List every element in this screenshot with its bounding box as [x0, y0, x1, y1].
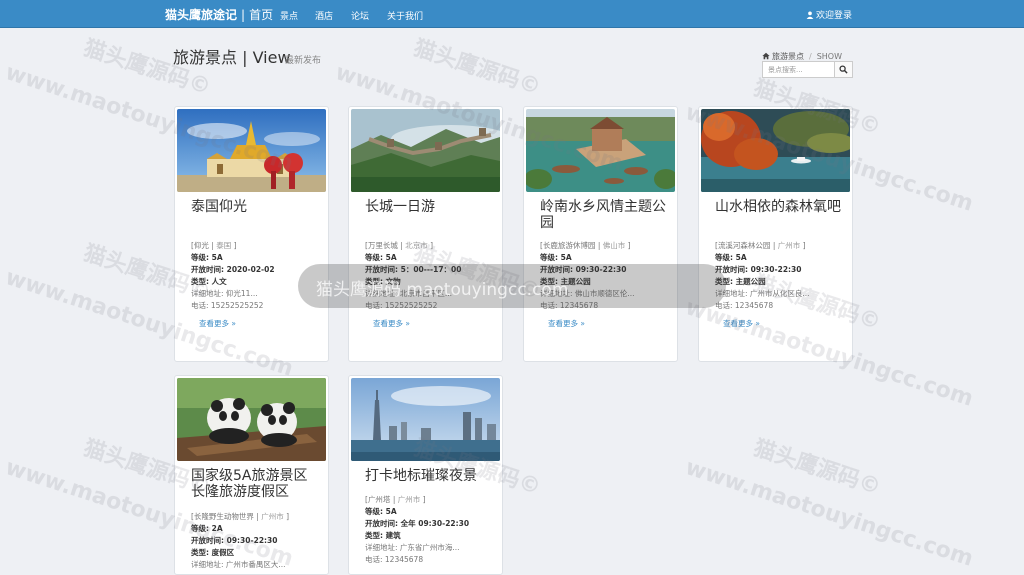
attraction-level: 等级: 2A — [191, 524, 223, 533]
breadcrumb-home[interactable]: 旅游景点 — [772, 52, 804, 61]
attraction-address: 详细地址: 仰光11... — [191, 289, 258, 298]
attraction-image-pandas[interactable] — [177, 378, 326, 461]
attraction-title[interactable]: 长城一日游 — [365, 199, 495, 215]
attraction-image-canton-tower[interactable] — [351, 378, 500, 461]
attraction-card[interactable]: 泰国仰光 [仰光 | 泰国 ] 等级: 5A 开放时间: 2020-02-02 … — [174, 106, 329, 362]
breadcrumb-current: SHOW — [816, 52, 843, 61]
brand-separator: | — [241, 8, 246, 22]
attraction-title[interactable]: 山水相依的森林氧吧 — [715, 199, 845, 215]
attraction-phone: 电话: 15252525252 — [191, 301, 264, 310]
attraction-card[interactable]: 山水相依的森林氧吧 [流溪河森林公园 | 广州市 ] 等级: 5A 开放时间: … — [698, 106, 853, 362]
attraction-location: [流溪河森林公园 | 广州市 ] — [715, 241, 806, 250]
view-more-link[interactable]: 查看更多 » — [723, 318, 760, 329]
attraction-type: 类型: 文物 — [365, 277, 401, 286]
attraction-address: 详细地址: 广州市从化区良... — [715, 289, 810, 298]
attraction-type: 类型: 人文 — [191, 277, 227, 286]
nav-item-attractions[interactable]: 景点 — [280, 9, 298, 22]
attraction-address: 详细地址: 广州市番禺区大... — [191, 560, 286, 569]
search-icon — [839, 65, 848, 74]
attraction-location: [仰光 | 泰国 ] — [191, 241, 237, 250]
attraction-type: 类型: 度假区 — [191, 548, 235, 557]
attraction-title[interactable]: 泰国仰光 — [191, 199, 321, 215]
login-label[interactable]: 欢迎登录 — [816, 11, 852, 21]
watermark-text: www.maotouyingcc.com — [682, 455, 977, 572]
attraction-phone: 电话: 12345678 — [715, 301, 774, 310]
attraction-title[interactable]: 打卡地标璀璨夜景 — [365, 468, 495, 484]
breadcrumb-divider: / — [809, 52, 812, 61]
attraction-location: [广州塔 | 广州市 ] — [365, 495, 426, 504]
page-subtitle: 最新发布 — [285, 56, 322, 66]
attraction-type: 类型: 主题公园 — [540, 277, 591, 286]
brand[interactable]: 猫头鹰旅途记 | 首页 — [165, 6, 273, 23]
attraction-level: 等级: 5A — [715, 253, 747, 262]
search-button[interactable] — [834, 62, 852, 77]
user-icon — [806, 11, 814, 19]
attraction-info: [广州塔 | 广州市 ] 等级: 5A 开放时间: 全年 09:30-22:30… — [365, 494, 500, 566]
home-icon — [762, 52, 770, 60]
attraction-image-forest[interactable] — [701, 109, 850, 192]
attraction-card[interactable]: 打卡地标璀璨夜景 [广州塔 | 广州市 ] 等级: 5A 开放时间: 全年 09… — [348, 375, 503, 575]
attraction-card[interactable]: 长城一日游 [万里长城 | 北京市 ] 等级: 5A 开放时间: 5：00---… — [348, 106, 503, 362]
attraction-info: [长鹿旅游休博园 | 佛山市 ] 等级: 5A 开放时间: 09:30-22:3… — [540, 240, 675, 312]
attraction-type: 类型: 主题公园 — [715, 277, 766, 286]
attraction-hours: 开放时间: 09:30-22:30 — [715, 265, 802, 274]
attraction-hours: 开放时间: 全年 09:30-22:30 — [365, 519, 470, 528]
nav-item-about[interactable]: 关于我们 — [387, 9, 423, 22]
attraction-image-yangon[interactable] — [177, 109, 326, 192]
attraction-phone: 电话: 15252525252 — [365, 301, 438, 310]
brand-name[interactable]: 猫头鹰旅途记 — [165, 8, 237, 22]
attraction-card[interactable]: 岭南水乡风情主题公园 [长鹿旅游休博园 | 佛山市 ] 等级: 5A 开放时间:… — [523, 106, 678, 362]
watermark-text: 猫头鹰源码© — [410, 35, 544, 101]
attraction-level: 等级: 5A — [540, 253, 572, 262]
attraction-level: 等级: 5A — [365, 507, 397, 516]
nav-item-hotels[interactable]: 酒店 — [315, 9, 333, 22]
attraction-card[interactable]: 国家级5A旅游景区长隆旅游度假区 [长隆野生动物世界 | 广州市 ] 等级: 2… — [174, 375, 329, 575]
top-navbar: 猫头鹰旅途记 | 首页 景点 酒店 论坛 关于我们 欢迎登录 — [0, 0, 1024, 28]
search-input[interactable] — [763, 62, 835, 77]
attraction-info: [长隆野生动物世界 | 广州市 ] 等级: 2A 开放时间: 09:30-22:… — [191, 511, 326, 571]
attraction-location: [长隆野生动物世界 | 广州市 ] — [191, 512, 290, 521]
attraction-hours: 开放时间: 5：00---17：00 — [365, 265, 462, 274]
attraction-hours: 开放时间: 09:30-22:30 — [191, 536, 278, 545]
attraction-image-water-town[interactable] — [526, 109, 675, 192]
attraction-location: [长鹿旅游休博园 | 佛山市 ] — [540, 241, 631, 250]
attraction-info: [万里长城 | 北京市 ] 等级: 5A 开放时间: 5：00---17：00 … — [365, 240, 500, 312]
view-more-link[interactable]: 查看更多 » — [373, 318, 410, 329]
attraction-address: 详细地址: 北京市昌平区... — [365, 289, 453, 298]
login-link[interactable]: 欢迎登录 — [806, 8, 852, 21]
attraction-address: 详细地址: 佛山市顺德区伦... — [540, 289, 635, 298]
attraction-info: [仰光 | 泰国 ] 等级: 5A 开放时间: 2020-02-02 类型: 人… — [191, 240, 326, 312]
attraction-level: 等级: 5A — [191, 253, 223, 262]
page-title: 旅游景点 | View — [173, 48, 291, 67]
watermark-text: 猫头鹰源码© — [750, 435, 884, 501]
attraction-image-great-wall[interactable] — [351, 109, 500, 192]
attraction-location: [万里长城 | 北京市 ] — [365, 241, 434, 250]
attraction-info: [流溪河森林公园 | 广州市 ] 等级: 5A 开放时间: 09:30-22:3… — [715, 240, 850, 312]
attraction-type: 类型: 建筑 — [365, 531, 401, 540]
attraction-hours: 开放时间: 2020-02-02 — [191, 265, 275, 274]
search-box — [762, 61, 853, 78]
view-more-link[interactable]: 查看更多 » — [199, 318, 236, 329]
attraction-phone: 电话: 12345678 — [365, 555, 424, 564]
attraction-hours: 开放时间: 09:30-22:30 — [540, 265, 627, 274]
attraction-title[interactable]: 国家级5A旅游景区长隆旅游度假区 — [191, 468, 321, 500]
attraction-address: 详细地址: 广东省广州市海... — [365, 543, 460, 552]
nav-item-forum[interactable]: 论坛 — [351, 9, 369, 22]
attraction-phone: 电话: 12345678 — [540, 301, 599, 310]
view-more-link[interactable]: 查看更多 » — [548, 318, 585, 329]
home-link[interactable]: 首页 — [249, 8, 273, 22]
attraction-level: 等级: 5A — [365, 253, 397, 262]
attraction-title[interactable]: 岭南水乡风情主题公园 — [540, 199, 670, 231]
